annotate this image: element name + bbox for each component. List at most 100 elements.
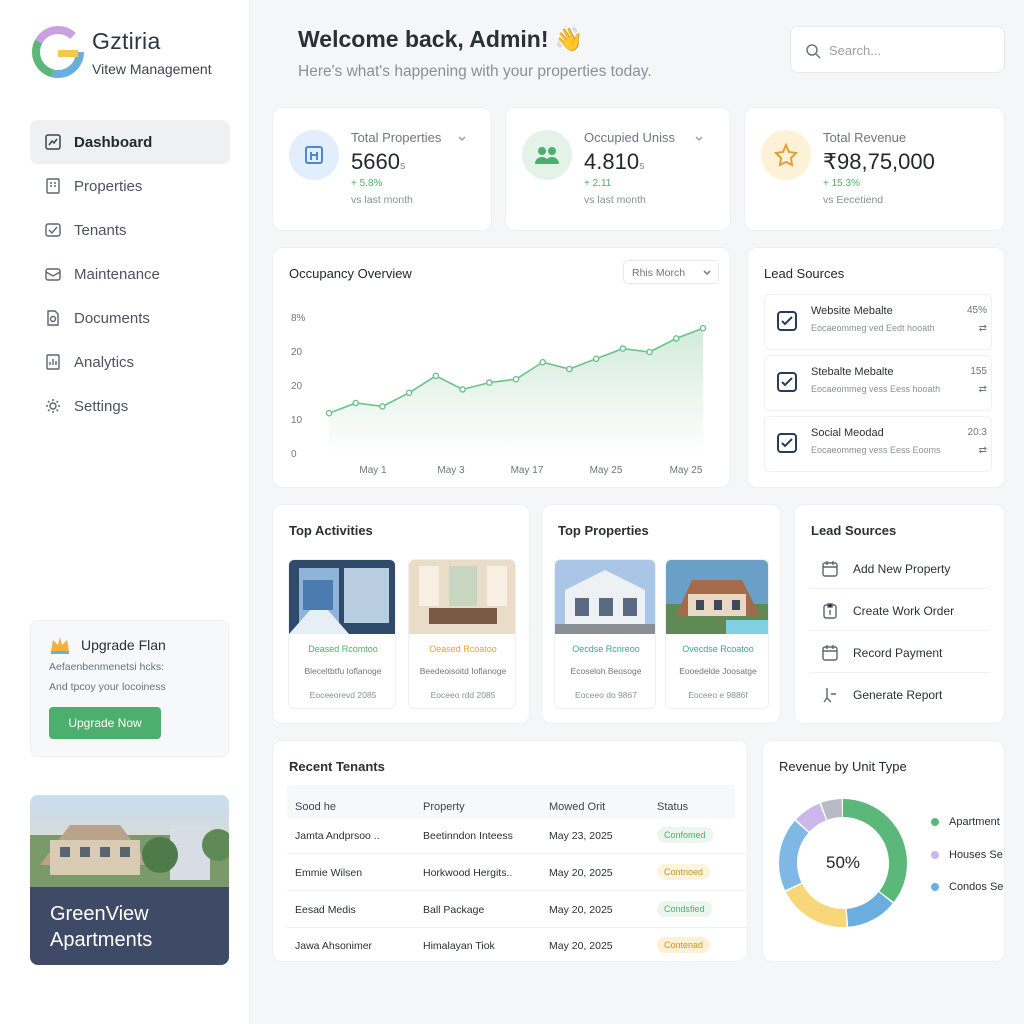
data-point[interactable] [485, 379, 493, 386]
column-header[interactable]: Mowed Orit [549, 801, 605, 813]
data-point[interactable] [512, 375, 520, 383]
occupancy-line-chart: 0 10 20 20 8% May 1 May 3 May 17 May 25 May 25 [291, 313, 707, 476]
stat-compare: vs Eecetiend [823, 194, 884, 206]
clipboard-icon [823, 602, 837, 619]
period-select[interactable]: Rhis Morch [623, 260, 719, 284]
chevron-down-icon[interactable] [694, 134, 704, 144]
star-icon [761, 130, 811, 180]
upgrade-title: Upgrade Flan [81, 637, 166, 653]
stat-value: ₹98,75,000 [823, 149, 935, 174]
activity-meta: Eoceeo rdd 2085 [430, 690, 496, 700]
data-point[interactable] [459, 386, 466, 393]
lead-source-name: Website Mebalte [811, 305, 893, 317]
data-point[interactable] [432, 372, 440, 380]
sidebar-item-maintenance[interactable]: Maintenance [30, 252, 230, 296]
column-header[interactable]: Property [423, 801, 465, 813]
data-point[interactable] [352, 399, 360, 407]
data-point[interactable] [539, 358, 547, 366]
generate-report-button[interactable]: Generate Report [809, 675, 989, 715]
top-properties-card: Top Properties Oecdse Rcnreoo Ecoseloh B… [541, 504, 781, 724]
column-header[interactable]: Sood he [295, 801, 336, 813]
legend-label: Houses Se [949, 849, 1003, 861]
lead-sources-title: Lead Sources [764, 266, 845, 281]
sidebar-item-properties[interactable]: Properties [30, 164, 230, 208]
revenue-by-unit-card: Revenue by Unit Type 50% Apartment House… [762, 740, 1005, 962]
data-point[interactable] [646, 348, 653, 356]
legend-dot [931, 818, 939, 826]
swap-icon: ⇄ [978, 323, 987, 334]
y-tick-label: 20 [291, 381, 303, 392]
stat-card-total-properties: Total Properties 5660s + 5.8% vs last mo… [272, 107, 492, 231]
top-properties-title: Top Properties [558, 523, 649, 538]
stat-label: Occupied Uniss [584, 130, 676, 145]
record-payment-button[interactable]: Record Payment [809, 633, 989, 673]
data-point[interactable] [592, 355, 600, 363]
stat-change: + 15.3% [823, 178, 860, 189]
activity-card[interactable]: Oeased Rcoatoo Beedeoisoitd Ioflanoge Eo… [408, 559, 516, 709]
legend-item: Condos Se [931, 881, 1003, 893]
upgrade-now-button[interactable]: Upgrade Now [49, 707, 161, 739]
lead-source-item[interactable]: Website Mebalte Eocaeommeg ved Eedt hooa… [764, 294, 992, 350]
sidebar-item-tenants[interactable]: Tenants [30, 208, 230, 252]
lead-source-percent: 45% [966, 305, 987, 316]
sidebar-item-label: Properties [74, 177, 143, 195]
calendar-icon [822, 560, 838, 577]
promo-label: GreenView Apartments [50, 903, 153, 951]
people-icon [522, 130, 572, 180]
occupancy-title: Occupancy Overview [289, 266, 412, 281]
lead-source-item[interactable]: Social Meodad Eocaeommeg vess Eess Eooms… [764, 416, 992, 472]
create-work-order-button[interactable]: Create Work Order [809, 591, 989, 631]
stat-card-total-revenue: Total Revenue ₹98,75,000 + 15.3% vs Eece… [744, 107, 1005, 231]
x-tick-label: May 17 [511, 465, 544, 476]
search-placeholder: Search... [829, 43, 882, 58]
property-promo-card[interactable]: GreenView Apartments [30, 795, 229, 965]
property-desc: Eooedelde Joosatge [679, 666, 757, 676]
sidebar-item-label: Settings [74, 397, 129, 415]
sidebar-item-documents[interactable]: Documents [30, 296, 230, 340]
sidebar-item-label: Maintenance [74, 265, 160, 283]
status-badge: Confomed [657, 827, 713, 843]
property-desc: Ecoseloh Beosoge [570, 666, 642, 676]
x-tick-label: May 3 [437, 465, 465, 476]
data-point[interactable] [699, 324, 707, 332]
data-point[interactable] [619, 345, 627, 352]
calendar-icon [822, 644, 838, 661]
data-point[interactable] [405, 389, 413, 397]
stat-label: Total Revenue [823, 130, 907, 145]
stat-value: 4.810s [584, 149, 645, 174]
property-card[interactable]: Ovecdse Rcoatoo Eooedelde Joosatge Eocee… [665, 559, 769, 709]
activity-name: Oeased Rcoatoo [429, 644, 497, 654]
data-point[interactable] [672, 335, 680, 342]
search-icon [806, 44, 821, 59]
data-point[interactable] [325, 409, 333, 417]
tenant-name: Jawa Ahsonimer [295, 940, 373, 952]
activity-photo [409, 560, 515, 634]
sidebar-item-dashboard[interactable]: Dashboard [30, 120, 230, 164]
row-divider [287, 927, 747, 928]
swap-icon: ⇄ [978, 384, 987, 395]
search-input[interactable]: Search... [790, 26, 1005, 73]
legend-item: Apartment [931, 816, 1000, 828]
property-card[interactable]: Oecdse Rcnreoo Ecoseloh Beosoge Eoceeo d… [554, 559, 656, 709]
row-divider [287, 890, 747, 891]
activity-card[interactable]: Deased Rcomtoo Bleceltbtfu Ioflanoge Eoc… [288, 559, 396, 709]
property-name: Oecdse Rcnreoo [572, 644, 640, 654]
sidebar-item-label: Analytics [74, 353, 135, 371]
upgrade-plan-card: Upgrade Flan Aefaenbenmenetsi hcks: And … [30, 620, 229, 757]
checkbox-icon [777, 372, 797, 392]
x-tick-label: May 1 [359, 465, 387, 476]
stat-card-occupied-units: Occupied Uniss 4.810s + 2.11 vs last mon… [505, 107, 731, 231]
column-header[interactable]: Status [657, 801, 688, 813]
property-photo [666, 560, 768, 634]
tenant-moved: May 23, 2025 [549, 830, 613, 842]
add-new-property-button[interactable]: Add New Property [809, 549, 989, 589]
legend-label: Condos Se [949, 881, 1004, 893]
sidebar-item-settings[interactable]: Settings [30, 384, 230, 428]
lead-sources-card: Lead Sources Website Mebalte Eocaeommeg … [747, 247, 1005, 488]
tenant-property: Beetinndon Inteess [423, 830, 513, 842]
data-point[interactable] [379, 403, 386, 410]
sidebar-item-analytics[interactable]: Analytics [30, 340, 230, 384]
chevron-down-icon[interactable] [457, 134, 467, 144]
data-point[interactable] [566, 365, 573, 373]
lead-source-item[interactable]: Stebalte Mebalte Eocaeommeg vess Eess ho… [764, 355, 992, 411]
